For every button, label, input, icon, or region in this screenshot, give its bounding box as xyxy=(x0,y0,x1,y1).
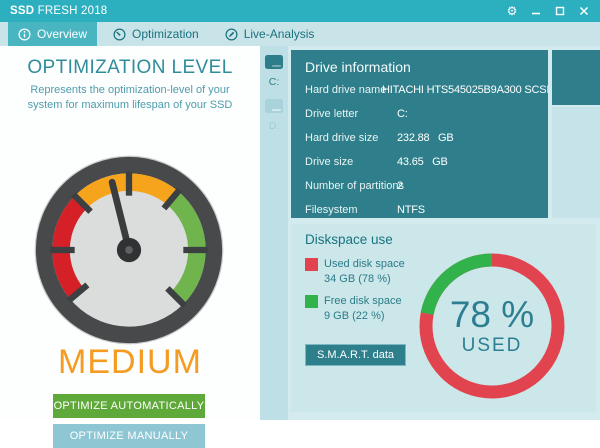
drive-item-c[interactable]: C: xyxy=(260,54,288,88)
drive-selector-column: C: D: xyxy=(260,46,288,420)
settings-gear-icon[interactable]: ⚙ xyxy=(506,5,518,17)
drive-info-row: Drive size 43.65 GB xyxy=(305,156,448,168)
legend-item-free: Free disk space 9 GB (22 %) xyxy=(305,294,402,324)
drive-item-d[interactable]: D: xyxy=(260,98,288,132)
diskspace-use-panel: Diskspace use Used disk space 34 GB (78 … xyxy=(291,224,596,412)
legend-free-detail: 9 GB (22 %) xyxy=(324,310,385,322)
drive-letter-label: C: xyxy=(268,76,280,88)
hard-drive-icon xyxy=(265,99,283,113)
tab-live-analysis-label: Live-Analysis xyxy=(243,27,315,41)
drive-info-row: Hard drive name HITACHI HTS545025B9A300 … xyxy=(305,84,548,96)
tab-overview-label: Overview xyxy=(37,27,88,41)
drive-info-row: Filesystem NTFS xyxy=(305,204,425,216)
optimization-level-value: MEDIUM xyxy=(58,343,202,381)
optimization-level-subtitle: Represents the optimization-level of you… xyxy=(27,84,233,111)
tab-live-analysis[interactable]: Live-Analysis xyxy=(215,22,325,46)
maximize-icon[interactable] xyxy=(554,5,566,17)
tab-optimization-label: Optimization xyxy=(132,27,199,41)
app-brand: SSD xyxy=(10,5,35,17)
diskspace-use-title: Diskspace use xyxy=(305,232,393,247)
drive-letter-label: D: xyxy=(268,120,280,132)
legend-swatch xyxy=(305,295,318,308)
donut-center-text: 78 % USED xyxy=(419,253,565,399)
optimize-manually-button[interactable]: OPTIMIZE MANUALLY xyxy=(53,424,205,448)
info-icon xyxy=(18,27,31,41)
diskspace-donut-chart: 78 % USED xyxy=(419,253,565,399)
window-title: SSD FRESH 2018 xyxy=(10,5,107,17)
smart-data-button[interactable]: S.M.A.R.T. data xyxy=(305,344,407,366)
tab-optimization[interactable]: Optimization xyxy=(103,22,209,46)
pen-analysis-icon xyxy=(225,27,238,41)
speedometer-icon xyxy=(113,27,126,41)
legend-used-detail: 34 GB (78 %) xyxy=(324,273,391,285)
hard-drive-icon xyxy=(265,55,283,69)
optimization-gauge xyxy=(32,153,226,347)
tab-bar: Overview Optimization Live-Analysis xyxy=(0,22,600,46)
side-block-light xyxy=(552,107,600,218)
app-title-rest: FRESH 2018 xyxy=(34,5,108,17)
donut-percent-label: 78 % xyxy=(449,293,535,335)
drive-info-row: Drive letter C: xyxy=(305,108,408,120)
close-icon[interactable] xyxy=(578,5,590,17)
window-controls: ⚙ xyxy=(506,5,590,17)
side-block-dark xyxy=(552,50,600,105)
legend-used-label: Used disk space xyxy=(324,258,405,270)
drive-information-panel: Drive information Hard drive name HITACH… xyxy=(291,50,548,218)
legend-swatch xyxy=(305,258,318,271)
optimization-panel: OPTIMIZATION LEVEL Represents the optimi… xyxy=(0,46,260,448)
legend-free-label: Free disk space xyxy=(324,295,402,307)
donut-used-label: USED xyxy=(461,334,523,356)
optimization-level-heading: OPTIMIZATION LEVEL xyxy=(27,57,233,78)
drive-info-row: Hard drive size 232.88 GB xyxy=(305,132,454,144)
drive-info-row: Number of partitions 2 xyxy=(305,180,405,192)
minimize-icon[interactable] xyxy=(530,5,542,17)
gauge-hub-dot xyxy=(125,246,133,254)
drive-information-title: Drive information xyxy=(305,59,411,75)
tab-overview[interactable]: Overview xyxy=(8,22,98,46)
optimize-automatically-button[interactable]: OPTIMIZE AUTOMATICALLY xyxy=(53,394,205,418)
legend-item-used: Used disk space 34 GB (78 %) xyxy=(305,257,405,287)
titlebar: SSD FRESH 2018 ⚙ xyxy=(0,0,600,22)
